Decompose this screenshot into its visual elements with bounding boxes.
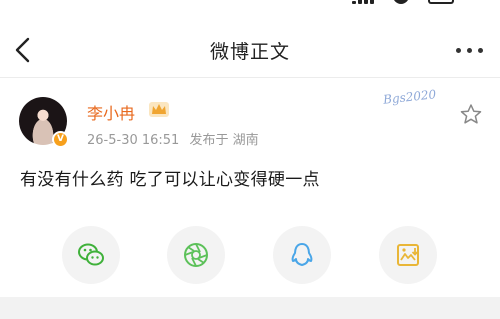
- author-name[interactable]: 李小冉: [87, 100, 135, 124]
- crown-badge-icon: [149, 102, 169, 117]
- more-options-icon[interactable]: [452, 36, 488, 62]
- page-title: 微博正文: [209, 41, 290, 63]
- status-bar: [0, 0, 500, 14]
- post-text: 有没有什么药 吃了可以让心变得硬一点: [20, 170, 320, 190]
- share-moments-button[interactable]: [167, 226, 225, 284]
- share-qq-button[interactable]: [273, 226, 331, 284]
- save-image-button[interactable]: [379, 226, 437, 284]
- qq-icon: [291, 243, 313, 266]
- post-time: 26-5-30 16:51: [87, 133, 180, 148]
- moments-icon: [184, 243, 208, 267]
- post-meta: 26-5-30 16:51 发布于 湖南: [87, 129, 265, 148]
- signal-icon: [352, 0, 378, 4]
- divider: [0, 77, 500, 78]
- save-image-icon: [397, 244, 419, 266]
- star-icon[interactable]: [459, 103, 483, 125]
- verified-badge-icon: V: [52, 131, 69, 148]
- bottom-band: [0, 297, 500, 319]
- navigation-bar: 微博正文: [0, 22, 500, 78]
- battery-icon: [428, 0, 454, 4]
- post-location: 发布于 湖南: [189, 133, 259, 148]
- wifi-icon: [393, 0, 409, 4]
- share-wechat-button[interactable]: [62, 226, 120, 284]
- wechat-icon: [78, 243, 104, 266]
- watermark: Bgs2020: [382, 87, 437, 107]
